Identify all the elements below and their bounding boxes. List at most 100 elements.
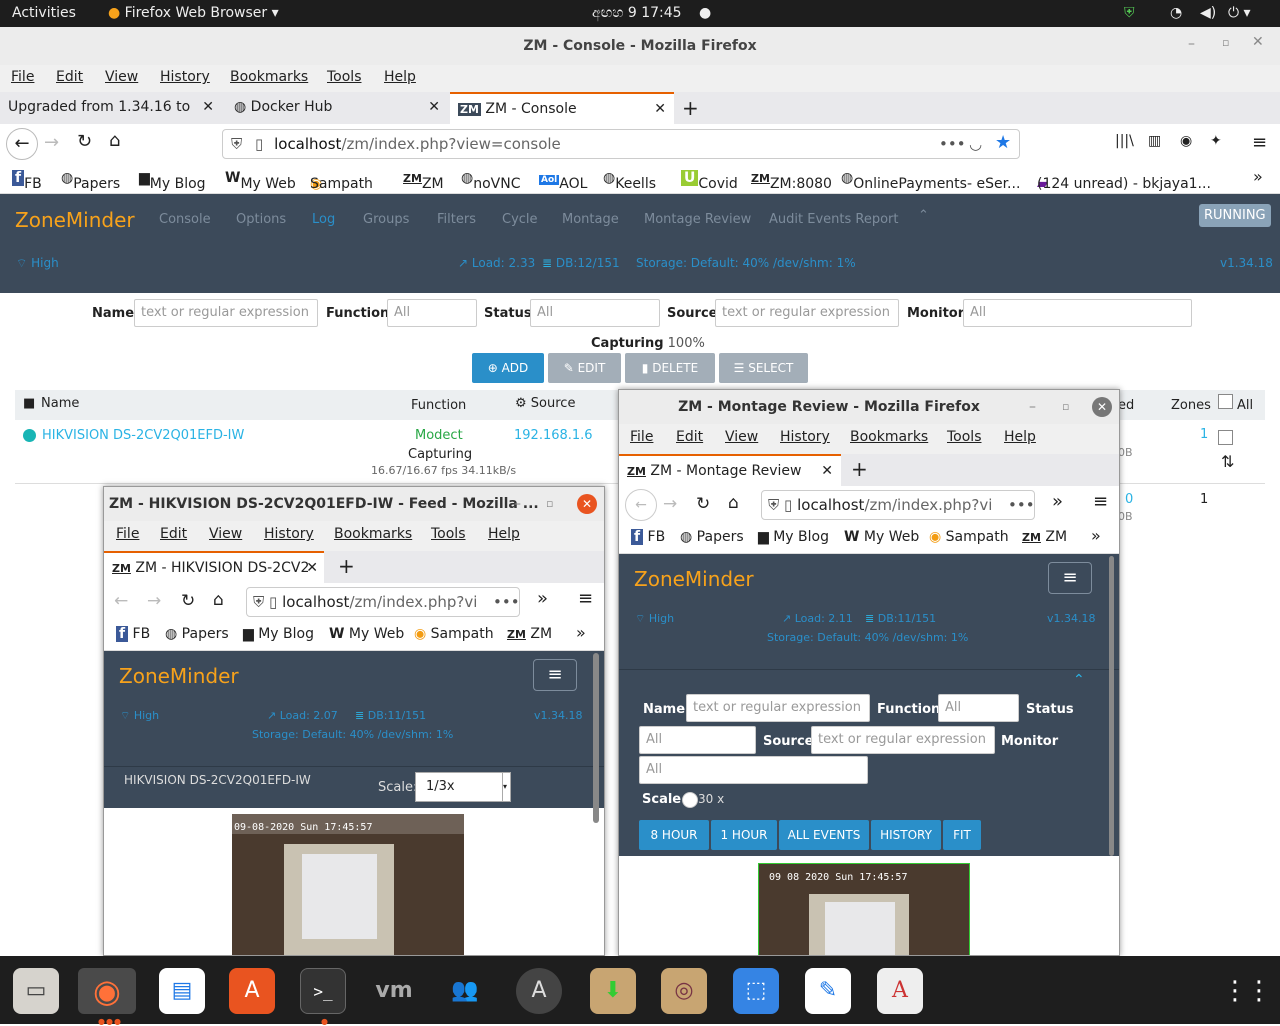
bookmark-my-blog[interactable]: ▆ My Blog <box>758 529 829 545</box>
firefox-icon[interactable]: ◉ <box>78 968 136 1014</box>
users-icon[interactable]: 👥 <box>442 968 488 1014</box>
account-icon[interactable]: ◉ <box>1180 133 1192 149</box>
8-hour-button[interactable]: 8 HOUR <box>639 820 709 850</box>
name-filter-input[interactable]: text or regular expression <box>686 694 870 722</box>
home-button[interactable]: ⌂ <box>213 590 224 610</box>
more-bookmarks-icon[interactable]: » <box>1253 167 1263 186</box>
tab-feed[interactable]: ZM ZM - HIKVISION DS-2CV2 ✕ <box>104 551 324 583</box>
minimize-icon[interactable]: – <box>1188 36 1195 52</box>
menu-edit[interactable]: Edit <box>676 429 703 445</box>
forward-button[interactable]: → <box>44 132 59 153</box>
collapse-caret-icon[interactable]: ⌃ <box>918 208 929 223</box>
menu-view[interactable]: View <box>725 429 758 445</box>
close-tab-icon[interactable]: ✕ <box>306 553 318 583</box>
navbar-toggle-icon[interactable]: ≡ <box>533 659 577 691</box>
files-icon[interactable]: ▭ <box>13 968 59 1014</box>
bookmark-zm[interactable]: ZM ZM <box>403 170 444 192</box>
extension-icon[interactable]: ✦ <box>1210 133 1222 149</box>
col-function[interactable]: Function <box>411 398 466 413</box>
all-events-button[interactable]: ALL EVENTS <box>779 820 869 850</box>
menu-tools[interactable]: Tools <box>327 69 362 85</box>
bookmark-fb[interactable]: f FB <box>631 529 665 545</box>
text-editor-icon[interactable]: ✎ <box>805 968 851 1014</box>
nav-montage[interactable]: Montage <box>562 212 619 227</box>
montage-review-image[interactable]: 09 08 2020 Sun 17:45:57 <box>758 863 970 955</box>
writer-icon[interactable]: ▤ <box>159 968 205 1014</box>
overflow-icon[interactable]: » <box>1052 491 1063 512</box>
star-icon[interactable]: ★ <box>995 129 1011 157</box>
screenshot-icon[interactable]: ⬚ <box>733 968 779 1014</box>
menu-history[interactable]: History <box>160 69 210 85</box>
menu-tools[interactable]: Tools <box>947 429 982 445</box>
minimize-icon[interactable]: – <box>1029 390 1036 424</box>
tab-montage-review[interactable]: ZM ZM - Montage Review ✕ <box>619 454 841 486</box>
monitor-filter-select[interactable]: All <box>963 299 1192 327</box>
bookmark-aol[interactable]: Aol AOL <box>539 170 587 192</box>
dictionary-icon[interactable]: A <box>877 968 923 1014</box>
monitor-name-link[interactable]: HIKVISION DS-2CV2Q01EFD-IW <box>42 428 244 443</box>
bandwidth-indicator[interactable]: ⌔ High <box>16 256 59 271</box>
scrollbar[interactable] <box>1109 556 1114 856</box>
nav-montage-review[interactable]: Montage Review <box>644 212 751 227</box>
hamburger-menu-icon[interactable]: ≡ <box>1252 132 1267 153</box>
maximize-icon[interactable]: ▫ <box>546 487 553 521</box>
menu-file[interactable]: File <box>630 429 653 445</box>
sort-arrows-icon[interactable]: ⇅ <box>1221 452 1234 471</box>
power-icon[interactable]: ⏻ ▾ <box>1228 5 1251 21</box>
bookmark-covid[interactable]: U Covid <box>681 170 738 192</box>
updater-icon[interactable]: A <box>516 968 562 1014</box>
home-button[interactable]: ⌂ <box>728 493 739 513</box>
menu-history[interactable]: History <box>780 429 830 445</box>
function-filter-select[interactable]: All <box>387 299 477 327</box>
bookmark-papers[interactable]: ◍ Papers <box>61 170 120 192</box>
software-center-icon[interactable]: A <box>229 968 275 1014</box>
history-button[interactable]: HISTORY <box>871 820 941 850</box>
url-bar[interactable]: ⛨ ▯ localhost/zm/index.php?view=console … <box>222 129 1020 159</box>
terminal-icon[interactable]: >_ <box>300 968 346 1014</box>
bandwidth-indicator[interactable]: ⌔ High <box>635 612 674 626</box>
back-button[interactable]: ← <box>6 128 38 160</box>
menu-history[interactable]: History <box>264 526 314 542</box>
menu-help[interactable]: Help <box>384 69 416 85</box>
bookmark-my-web[interactable]: W My Web <box>225 170 296 192</box>
bookmark-my-web[interactable]: W My Web <box>329 626 404 642</box>
menu-bookmarks[interactable]: Bookmarks <box>230 69 308 85</box>
url-bar[interactable]: ⛨ ▯ localhost/zm/index.php?vi ••• <box>246 587 520 617</box>
nav-log[interactable]: Log <box>312 212 335 227</box>
bookmark-papers[interactable]: ◍ Papers <box>165 626 229 642</box>
row-checkbox[interactable] <box>1218 430 1233 445</box>
close-tab-icon[interactable]: ✕ <box>654 94 666 124</box>
wifi-icon[interactable]: ◔ <box>1170 5 1182 21</box>
col-zones[interactable]: Zones <box>1171 398 1211 413</box>
status-filter-select[interactable]: All <box>639 726 756 754</box>
select-all-checkbox[interactable] <box>1218 394 1233 409</box>
archive-download-icon[interactable]: ⬇ <box>590 968 636 1014</box>
menu-file[interactable]: File <box>116 526 139 542</box>
menu-tools[interactable]: Tools <box>431 526 466 542</box>
more-bookmarks-icon[interactable]: » <box>576 623 586 642</box>
scale-slider-handle[interactable] <box>682 792 698 808</box>
maximize-icon[interactable]: ▫ <box>1222 36 1229 49</box>
nav-cycle[interactable]: Cycle <box>502 212 538 227</box>
forward-button[interactable]: → <box>147 591 161 611</box>
reload-button[interactable]: ↻ <box>77 131 92 152</box>
minimize-icon[interactable]: – <box>514 487 521 521</box>
running-badge[interactable]: RUNNING <box>1199 204 1271 227</box>
menu-view[interactable]: View <box>209 526 242 542</box>
delete-button[interactable]: ▮ DELETE <box>625 353 715 383</box>
bookmark-zm[interactable]: ZM ZM <box>507 626 552 642</box>
bookmark-sampath[interactable]: ◉ Sampath <box>414 626 494 642</box>
reload-button[interactable]: ↻ <box>696 494 710 514</box>
menu-file[interactable]: File <box>11 69 34 85</box>
clock[interactable]: අඟහ 9 17:45 <box>592 5 682 21</box>
source-filter-input[interactable]: text or regular expression <box>715 299 899 327</box>
nav-console[interactable]: Console <box>159 212 211 227</box>
totals-events[interactable]: 0 <box>1125 492 1133 507</box>
bookmark-my-blog[interactable]: ▆ My Blog <box>243 626 314 642</box>
pocket-icon[interactable]: ◡ <box>969 130 982 158</box>
tab-docker-hub[interactable]: ◍ Docker Hub ✕ <box>226 92 448 124</box>
bookmark-papers[interactable]: ◍ Papers <box>680 529 744 545</box>
nav-groups[interactable]: Groups <box>363 212 409 227</box>
new-tab-button[interactable]: + <box>338 554 355 578</box>
tab-zm-console[interactable]: ZM ZM - Console ✕ <box>450 92 674 124</box>
